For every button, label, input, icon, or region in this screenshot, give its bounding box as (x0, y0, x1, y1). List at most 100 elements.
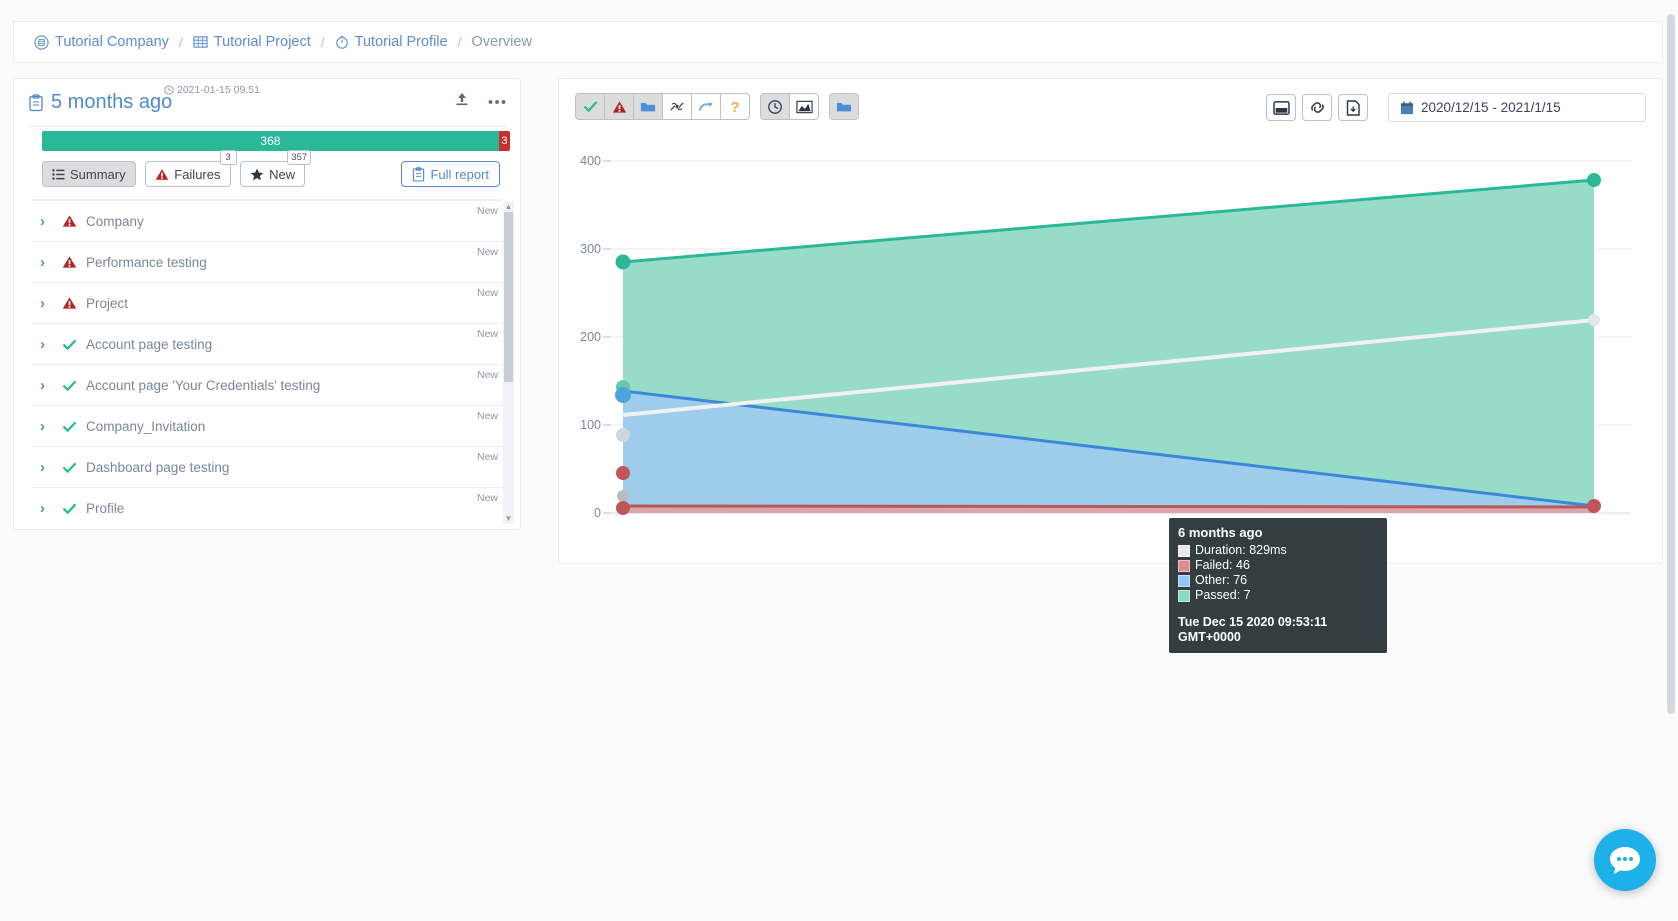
summary-tabs: Summary Failures 3 New 357 Full report (42, 150, 500, 191)
test-list-item[interactable]: › Profile New (32, 488, 504, 524)
test-list-scrollbar[interactable]: ▲ ▼ (503, 201, 514, 524)
breadcrumb-item-profile[interactable]: Tutorial Profile (335, 34, 448, 50)
tooltip-row: Failed: 46 (1178, 558, 1378, 573)
filter-broken-button[interactable] (662, 93, 692, 120)
chat-widget-button[interactable] (1594, 829, 1656, 891)
date-range-picker[interactable]: 2020/12/15 - 2021/1/15 (1388, 93, 1646, 122)
filter-other-button[interactable] (633, 93, 663, 120)
tab-failures[interactable]: Failures 3 (145, 150, 237, 187)
test-list-item[interactable]: › Company New (32, 201, 504, 242)
tab-label: New (269, 166, 296, 182)
failures-count-badge: 3 (219, 150, 237, 165)
warning-icon (62, 255, 86, 269)
filter-passed-button[interactable] (575, 93, 605, 120)
app-root: Tutorial Company / Tutorial Project / Tu… (0, 0, 1678, 921)
clipboard-icon (29, 93, 43, 111)
scroll-up-icon[interactable]: ▲ (503, 201, 514, 212)
series-failed (622, 504, 1595, 513)
chart-svg[interactable] (559, 135, 1664, 555)
folder-filter-button[interactable] (829, 93, 859, 120)
page-scrollbar-thumb[interactable] (1667, 14, 1675, 714)
new-tag: New (476, 451, 498, 463)
tab-new[interactable]: New 357 (240, 150, 312, 187)
tooltip-row: Other: 76 (1178, 573, 1378, 588)
filter-rerun-button[interactable] (691, 93, 721, 120)
export-button[interactable] (1338, 94, 1368, 121)
tab-summary[interactable]: Summary (42, 161, 136, 187)
test-name: Account page testing (86, 336, 213, 352)
area-chart-icon (795, 100, 813, 113)
redo-icon (698, 102, 713, 111)
breadcrumb-item-company[interactable]: Tutorial Company (34, 34, 169, 50)
test-name: Account page 'Your Credentials' testing (86, 377, 321, 393)
new-tag: New (476, 246, 498, 258)
breadcrumb-item-project[interactable]: Tutorial Project (193, 34, 311, 50)
chart-type-button[interactable] (789, 93, 819, 120)
test-list-item[interactable]: › Account page testing New (32, 324, 504, 365)
duration-button[interactable] (760, 93, 790, 120)
test-list-item[interactable]: › Performance testing New (32, 242, 504, 283)
upload-icon[interactable] (454, 91, 470, 110)
breadcrumb-label: Tutorial Profile (354, 34, 448, 50)
pass-fail-bar: 368 3 (42, 131, 510, 151)
new-tag: New (476, 369, 498, 381)
test-list: › Company New › Performance testing New › Proje… (32, 201, 504, 524)
clock-icon (768, 99, 782, 114)
breadcrumb-separator: / (320, 34, 325, 50)
divider (28, 126, 506, 127)
chevron-right-icon[interactable]: › (40, 295, 62, 312)
status-filter-group: ? (575, 93, 750, 120)
fullscreen-button[interactable] (1266, 94, 1296, 121)
test-name: Dashboard page testing (86, 459, 230, 475)
scrollbar-thumb[interactable] (504, 212, 513, 382)
window-icon (1272, 100, 1290, 115)
clock-icon (164, 85, 174, 95)
summary-panel: 5 months ago 2021-01-15 09:51 368 3 Summ… (13, 78, 521, 530)
test-list-item[interactable]: › Account page 'Your Credentials' testing… (32, 365, 504, 406)
calendar-icon (1400, 101, 1414, 114)
page-scrollbar[interactable] (1666, 14, 1676, 907)
more-options-icon[interactable] (488, 93, 506, 108)
chevron-right-icon[interactable]: › (40, 459, 62, 476)
page-title: 5 months ago (28, 91, 172, 114)
clock-icon (335, 35, 349, 49)
tab-label: Failures (174, 166, 221, 182)
chevron-right-icon[interactable]: › (40, 254, 62, 271)
point-failed-bottom-left (616, 501, 630, 515)
point-other-left (615, 387, 631, 403)
test-list-item[interactable]: › Company_Invitation New (32, 406, 504, 447)
test-name: Performance testing (86, 254, 207, 270)
scroll-down-icon[interactable]: ▼ (503, 513, 514, 524)
summary-title-text: 5 months ago (51, 91, 173, 113)
test-list-item[interactable]: › Dashboard page testing New (32, 447, 504, 488)
chevron-right-icon[interactable]: › (40, 336, 62, 353)
tooltip-swatch-failed (1178, 559, 1190, 572)
breadcrumb-item-overview: Overview (472, 34, 532, 50)
link-button[interactable] (1302, 94, 1332, 121)
test-name: Company (86, 213, 144, 229)
svg-text:?: ? (730, 99, 739, 115)
test-name: Profile (86, 500, 125, 516)
full-report-button[interactable]: Full report (401, 161, 500, 187)
company-icon (34, 34, 49, 50)
test-list-item[interactable]: › Project New (32, 283, 504, 324)
new-tag: New (476, 410, 498, 422)
chevron-right-icon[interactable]: › (40, 500, 62, 517)
tab-label: Summary (70, 166, 126, 182)
folder-icon (640, 102, 656, 112)
filter-unknown-button[interactable]: ? (720, 93, 750, 120)
export-icon (1346, 99, 1360, 116)
broken-link-icon (670, 102, 684, 111)
chevron-right-icon[interactable]: › (40, 377, 62, 394)
point-failed-right (1587, 499, 1601, 513)
breadcrumb-label: Overview (471, 34, 532, 50)
chevron-right-icon[interactable]: › (40, 418, 62, 435)
tooltip-label: Passed: 7 (1195, 588, 1251, 602)
tooltip-swatch-other (1178, 574, 1190, 587)
tooltip-swatch-passed (1178, 589, 1190, 602)
tooltip-label: Other: 76 (1195, 573, 1248, 587)
folder-group (829, 93, 859, 120)
chevron-right-icon[interactable]: › (40, 213, 62, 230)
check-icon (62, 338, 86, 351)
filter-failed-button[interactable] (604, 93, 634, 120)
